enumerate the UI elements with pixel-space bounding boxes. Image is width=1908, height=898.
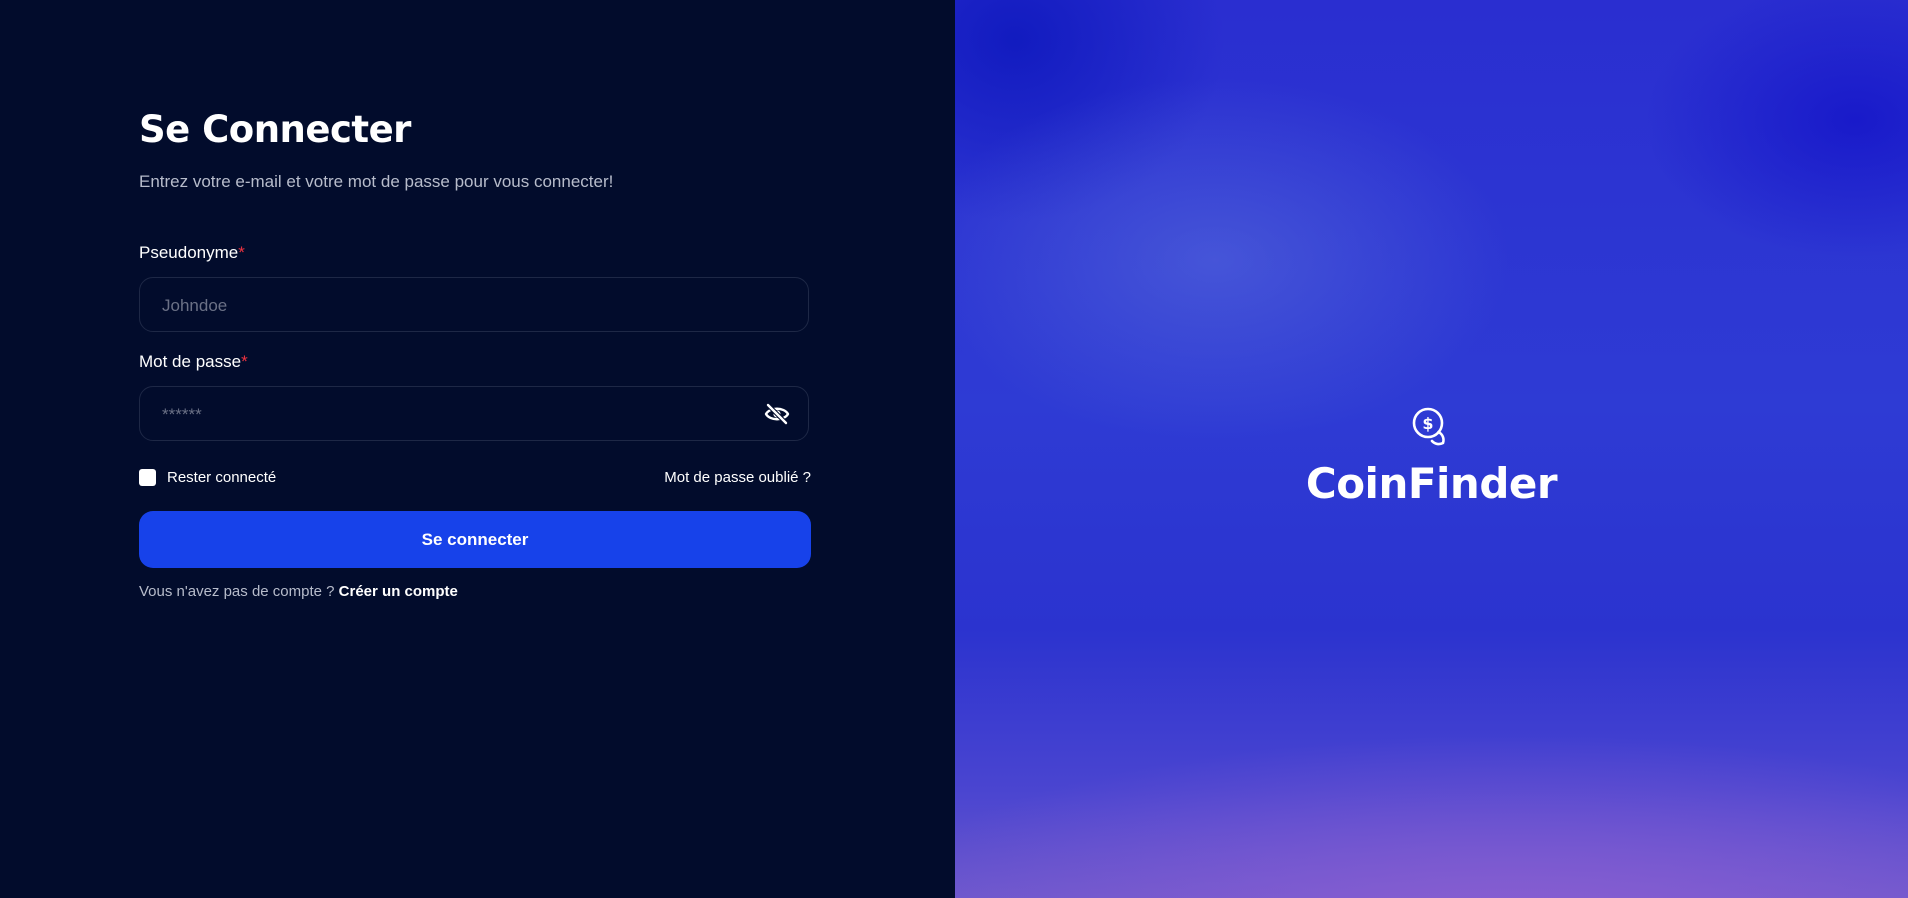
eye-off-icon[interactable]	[764, 402, 790, 426]
username-input[interactable]	[160, 278, 724, 333]
required-mark: *	[241, 352, 248, 371]
login-panel: Se Connecter Entrez votre e-mail et votr…	[0, 0, 955, 898]
password-label-text: Mot de passe	[139, 352, 242, 371]
username-label-text: Pseudonyme	[139, 243, 239, 262]
brand: $ CoinFinder	[955, 405, 1908, 508]
brand-panel: $ CoinFinder	[955, 0, 1908, 898]
required-mark: *	[238, 243, 245, 262]
login-form: Se Connecter Entrez votre e-mail et votr…	[139, 104, 811, 600]
password-input[interactable]	[160, 387, 724, 442]
username-label: Pseudonyme*	[139, 242, 245, 264]
password-label: Mot de passe*	[139, 351, 248, 373]
brand-name: CoinFinder	[1305, 459, 1558, 508]
signup-prompt: Vous n'avez pas de compte ? Créer un com…	[139, 582, 458, 602]
options-row: Rester connecté Mot de passe oublié ?	[139, 468, 811, 490]
svg-text:$: $	[1422, 414, 1433, 433]
forgot-password-link[interactable]: Mot de passe oublié ?	[664, 468, 811, 488]
page-title: Se Connecter	[139, 108, 411, 151]
coin-dollar-icon: $	[1412, 407, 1445, 446]
page-subtitle: Entrez votre e-mail et votre mot de pass…	[139, 172, 614, 191]
username-field	[139, 277, 809, 333]
remember-label: Rester connecté	[167, 469, 277, 486]
create-account-link[interactable]: Créer un compte	[339, 583, 458, 600]
remember-checkbox[interactable]	[139, 469, 156, 486]
no-account-text: Vous n'avez pas de compte ?	[139, 583, 335, 600]
login-button[interactable]: Se connecter	[139, 511, 811, 568]
password-field	[139, 386, 809, 442]
